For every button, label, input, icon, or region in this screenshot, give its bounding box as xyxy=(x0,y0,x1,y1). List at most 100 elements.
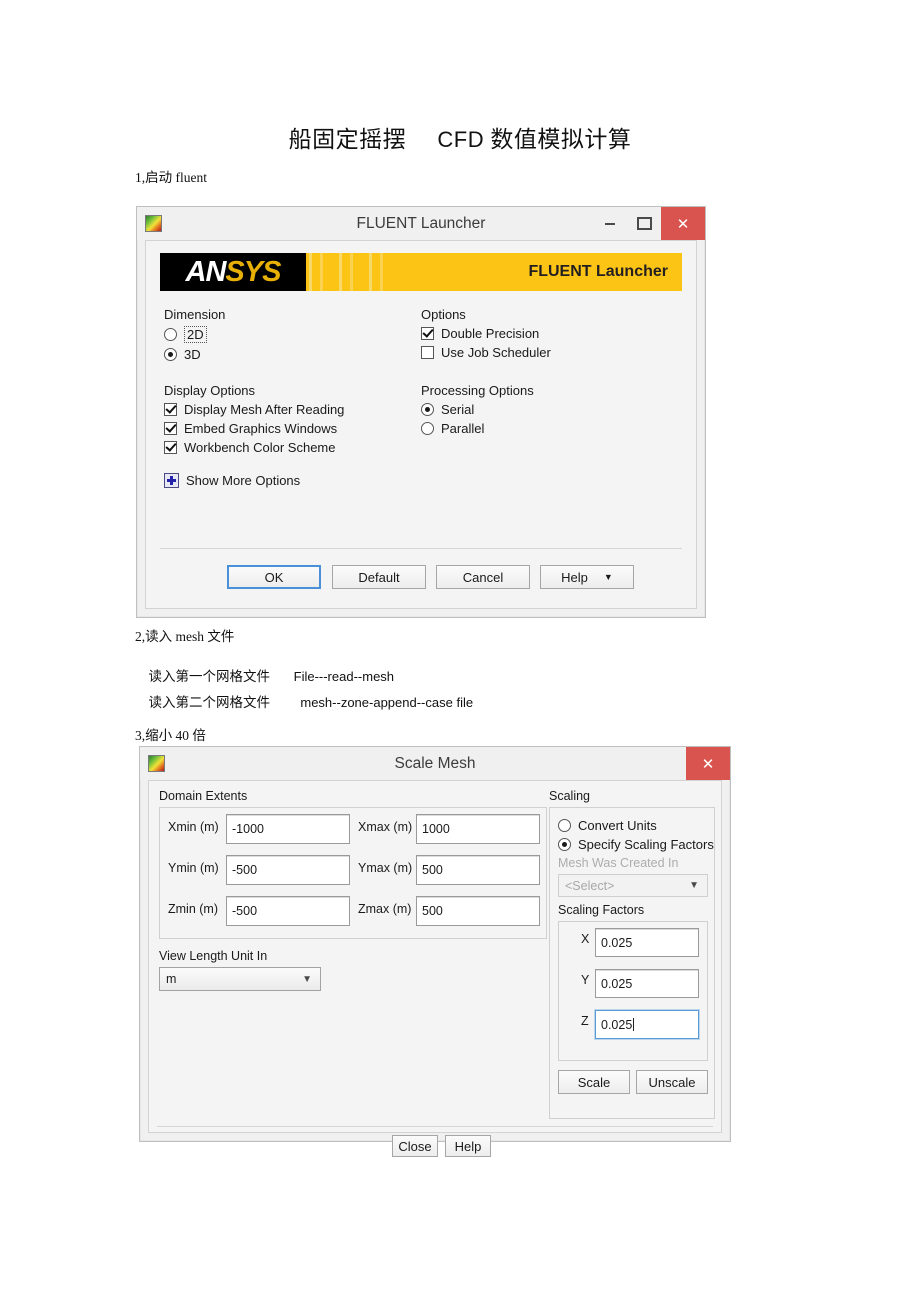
radio-parallel-icon xyxy=(421,422,434,435)
domain-extents-group: Xmin (m) -1000 Xmax (m) 1000 Ymin (m) -5… xyxy=(159,807,547,939)
ymax-label: Ymax (m) xyxy=(358,861,413,875)
scaling-factor-z-value: 0.025 xyxy=(601,1017,633,1032)
page-title-cn-part2: 数值模拟计算 xyxy=(490,127,632,152)
help-button[interactable]: Help ▼ xyxy=(540,565,634,589)
scaling-factor-x-value: 0.025 xyxy=(601,935,633,950)
radio-convert-units-label: Convert Units xyxy=(578,818,657,833)
checkbox-display-mesh-after-reading[interactable]: Display Mesh After Reading xyxy=(164,402,414,417)
ansys-logo-an: AN xyxy=(185,255,227,288)
view-length-unit-select[interactable]: m ▼ xyxy=(159,967,321,991)
scaling-factors-group: X 0.025 Y 0.025 Z 0.025 xyxy=(558,921,708,1061)
checkbox-workbench-color-label: Workbench Color Scheme xyxy=(184,440,336,455)
scaling-factor-x-label: X xyxy=(581,932,590,946)
step-1-text: 1,启动 fluent xyxy=(135,170,207,185)
radio-specify-scaling-factors[interactable]: Specify Scaling Factors xyxy=(558,837,714,852)
page-title-latin-part: CFD xyxy=(437,127,485,152)
zmax-input[interactable]: 500 xyxy=(416,896,540,926)
ok-button[interactable]: OK xyxy=(227,565,321,589)
unscale-button-label: Unscale xyxy=(648,1074,696,1090)
radio-convert-units[interactable]: Convert Units xyxy=(558,818,657,833)
chevron-down-icon: ▼ xyxy=(603,572,613,582)
dimension-group: Dimension 2D 3D xyxy=(164,307,414,362)
default-button[interactable]: Default xyxy=(332,565,426,589)
page-title: 船固定摇摆 CFD 数值模拟计算 xyxy=(0,120,920,154)
zmax-label: Zmax (m) xyxy=(358,902,412,916)
radio-parallel[interactable]: Parallel xyxy=(421,421,671,436)
launcher-titlebar[interactable]: FLUENT Launcher ✕ xyxy=(137,207,705,240)
radio-specify-scaling-factors-icon xyxy=(558,838,571,851)
help-button-label: Help xyxy=(561,569,588,585)
radio-dimension-2d[interactable]: 2D xyxy=(164,326,414,343)
scaling-factor-z-input[interactable]: 0.025 xyxy=(595,1010,699,1039)
default-button-label: Default xyxy=(358,569,400,585)
ymax-input[interactable]: 500 xyxy=(416,855,540,885)
radio-serial[interactable]: Serial xyxy=(421,402,671,417)
plus-icon xyxy=(164,473,179,488)
radio-parallel-label: Parallel xyxy=(441,421,485,436)
ymin-input[interactable]: -500 xyxy=(226,855,350,885)
radio-2d-icon xyxy=(164,328,177,341)
text-cursor xyxy=(633,1018,635,1031)
show-more-options-toggle[interactable]: Show More Options xyxy=(164,473,300,488)
ansys-logo-sys: SYS xyxy=(225,255,281,288)
step-2-line-b-value: mesh--zone-append--case file xyxy=(300,695,474,710)
xmin-value: -1000 xyxy=(232,822,264,836)
scaling-factor-x-input[interactable]: 0.025 xyxy=(595,928,699,957)
zmin-input[interactable]: -500 xyxy=(226,896,350,926)
scaling-factors-label: Scaling Factors xyxy=(558,903,645,917)
close-button-label: Close xyxy=(398,1138,432,1154)
scale-button[interactable]: Scale xyxy=(558,1070,630,1094)
checkbox-double-precision[interactable]: Double Precision xyxy=(421,326,671,341)
step-2-line-b-label: 读入第二个网格文件 xyxy=(148,695,271,710)
cancel-button-label: Cancel xyxy=(462,569,504,585)
radio-serial-label: Serial xyxy=(441,402,475,417)
scale-mesh-title-label: Scale Mesh xyxy=(394,754,476,772)
scaling-factor-z-label: Z xyxy=(581,1014,589,1028)
chevron-down-icon: ▼ xyxy=(302,973,312,985)
checkbox-workbench-color-scheme[interactable]: Workbench Color Scheme xyxy=(164,440,414,455)
mesh-was-created-in-label: Mesh Was Created In xyxy=(558,856,679,870)
scaling-factor-y-input[interactable]: 0.025 xyxy=(595,969,699,998)
scale-mesh-titlebar[interactable]: Scale Mesh ✕ xyxy=(140,747,730,780)
step-2-text: 2,读入 mesh 文件 xyxy=(135,629,235,644)
fluent-app-icon xyxy=(145,215,162,232)
minimize-icon[interactable] xyxy=(593,207,627,240)
ymax-value: 500 xyxy=(422,863,443,877)
radio-dimension-3d[interactable]: 3D xyxy=(164,347,414,362)
radio-3d-icon xyxy=(164,348,177,361)
scale-button-label: Scale xyxy=(577,1074,611,1090)
unscale-button[interactable]: Unscale xyxy=(636,1070,708,1094)
checkbox-use-job-scheduler[interactable]: Use Job Scheduler xyxy=(421,345,671,360)
radio-3d-label: 3D xyxy=(184,347,201,362)
mesh-was-created-in-select[interactable]: <Select> ▼ xyxy=(558,874,708,897)
processing-options-group: Processing Options Serial Parallel xyxy=(421,383,671,436)
radio-serial-icon xyxy=(421,403,434,416)
checkbox-workbench-color-icon xyxy=(164,441,177,454)
fluent-launcher-dialog: FLUENT Launcher ✕ AN SYS FLUENT Launcher … xyxy=(136,206,706,618)
cancel-button[interactable]: Cancel xyxy=(436,565,530,589)
xmin-input[interactable]: -1000 xyxy=(226,814,350,844)
close-icon[interactable]: ✕ xyxy=(661,207,705,240)
scaling-factor-y-label: Y xyxy=(581,973,590,987)
step-3-text: 3,缩小 40 倍 xyxy=(135,728,206,743)
scale-mesh-dialog: Scale Mesh ✕ Domain Extents Xmin (m) -10… xyxy=(139,746,731,1157)
document-page: 船固定摇摆 CFD 数值模拟计算 1,启动 fluent FLUENT Laun… xyxy=(0,0,920,1303)
dimension-group-label: Dimension xyxy=(164,307,226,322)
close-button[interactable]: Close xyxy=(392,1135,438,1157)
view-length-unit-label: View Length Unit In xyxy=(159,949,268,963)
fluent-app-icon xyxy=(148,755,165,772)
scale-mesh-window-buttons: ✕ xyxy=(686,747,730,780)
xmax-input[interactable]: 1000 xyxy=(416,814,540,844)
checkbox-double-precision-label: Double Precision xyxy=(441,326,540,341)
ansys-logo: AN SYS xyxy=(160,253,306,291)
scale-mesh-help-button[interactable]: Help xyxy=(445,1135,491,1157)
maximize-icon[interactable] xyxy=(627,207,661,240)
view-length-unit-value: m xyxy=(166,972,177,986)
scale-mesh-separator xyxy=(157,1126,713,1127)
close-icon[interactable]: ✕ xyxy=(686,747,730,780)
checkbox-embed-graphics-windows[interactable]: Embed Graphics Windows xyxy=(164,421,414,436)
checkbox-use-job-scheduler-icon xyxy=(421,346,434,359)
display-options-group-label: Display Options xyxy=(164,383,256,398)
scaling-group: Convert Units Specify Scaling Factors Me… xyxy=(549,807,715,1119)
launcher-separator xyxy=(160,548,682,549)
